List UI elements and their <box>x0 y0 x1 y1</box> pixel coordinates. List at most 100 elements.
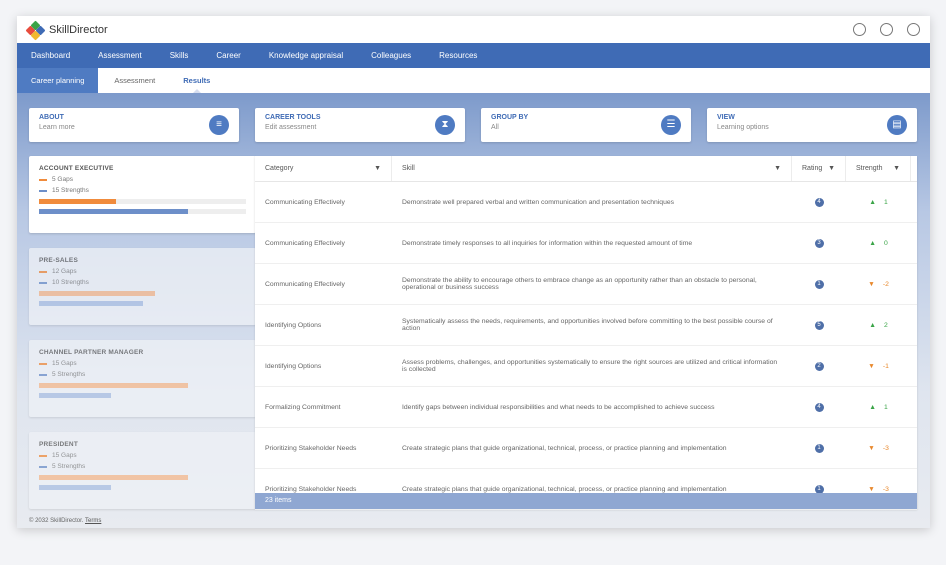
category-cell: Communicating Effectively <box>265 239 345 247</box>
strengths-count: 5 Strengths <box>52 371 86 378</box>
table-body: Communicating Effectively Demonstrate wel… <box>255 182 917 510</box>
view-card[interactable]: VIEW Learning options ▤ <box>707 108 917 142</box>
gaps-bar <box>39 475 246 480</box>
user-icon[interactable] <box>907 23 920 36</box>
title-bar: SkillDirector <box>17 16 930 43</box>
tab-assessment[interactable]: Assessment <box>98 68 169 93</box>
tab-results[interactable]: Results <box>169 68 224 94</box>
strengths-bar-fill <box>39 485 112 490</box>
rating-cell: 5 <box>792 305 846 345</box>
hourglass-icon: ⧗ <box>435 115 455 135</box>
strength-cell: ▼ -1 <box>846 346 911 386</box>
gaps-count: 5 Gaps <box>52 176 73 183</box>
sub-nav: Career planning Assessment Results <box>17 68 930 94</box>
document-icon: ≡ <box>209 115 229 135</box>
about-card[interactable]: ABOUT Learn more ≡ <box>29 108 239 142</box>
category-cell: Identifying Options <box>265 321 322 329</box>
column-label: Skill <box>402 165 415 172</box>
strengths-bar <box>39 393 246 398</box>
rating-cell: 4 <box>792 387 846 427</box>
card-subtitle: Learning options <box>717 124 769 131</box>
app-title: SkillDirector <box>49 23 108 36</box>
gaps-bar-fill <box>39 475 189 480</box>
skill-cell: Assess problems, challenges, and opportu… <box>402 359 778 373</box>
gaps-bar <box>39 199 246 204</box>
role-card[interactable]: PRESIDENT 15 Gaps 5 Strengths <box>29 432 256 509</box>
table-row[interactable]: Communicating Effectively Demonstrate the… <box>255 264 917 305</box>
nav-skills[interactable]: Skills <box>156 43 203 68</box>
strength-cell: ▼ -2 <box>846 264 911 304</box>
filter-icon[interactable]: ▼ <box>893 165 900 172</box>
table-row[interactable]: Communicating Effectively Demonstrate tim… <box>255 223 917 264</box>
filter-icon[interactable]: ▼ <box>374 165 381 172</box>
clipboard-icon: ▤ <box>887 115 907 135</box>
column-header-strength[interactable]: Strength ▼ <box>846 156 911 181</box>
arrow-down-icon: ▼ <box>868 444 875 452</box>
category-cell: Prioritizing Stakeholder Needs <box>265 444 357 452</box>
gaps-legend: 15 Gaps <box>39 452 246 459</box>
strengths-legend: 5 Strengths <box>39 463 246 470</box>
filter-icon[interactable]: ▼ <box>828 165 835 172</box>
nav-dashboard[interactable]: Dashboard <box>17 43 84 68</box>
app-logo[interactable]: SkillDirector <box>25 20 108 40</box>
career-tools-card[interactable]: CAREER TOOLS Edit assessment ⧗ <box>255 108 465 142</box>
column-header-rating[interactable]: Rating ▼ <box>792 156 846 181</box>
table-row[interactable]: Prioritizing Stakeholder Needs Create str… <box>255 428 917 469</box>
gaps-count: 15 Gaps <box>52 452 77 459</box>
skill-cell: Demonstrate well prepared verbal and wri… <box>402 198 675 206</box>
strengths-bar-fill <box>39 393 112 398</box>
group-by-card[interactable]: GROUP BY All ☰ <box>481 108 691 142</box>
tab-career-planning[interactable]: Career planning <box>17 68 99 93</box>
table-row[interactable]: Identifying Options Systematically assess… <box>255 305 917 346</box>
strengths-count: 5 Strengths <box>52 463 86 470</box>
nav-assessment[interactable]: Assessment <box>84 43 156 68</box>
role-card[interactable]: CHANNEL PARTNER MANAGER 15 Gaps 5 Streng… <box>29 340 256 417</box>
arrow-up-icon: ▲ <box>869 403 876 411</box>
rating-badge: 2 <box>814 361 824 371</box>
table-row[interactable]: Formalizing Commitment Identify gaps betw… <box>255 387 917 428</box>
strength-cell: ▲ 2 <box>846 305 911 345</box>
role-name: CHANNEL PARTNER MANAGER <box>39 349 144 356</box>
category-cell: Communicating Effectively <box>265 280 345 288</box>
filter-icon[interactable]: ▼ <box>774 165 781 172</box>
rating-badge: 5 <box>814 320 824 330</box>
strengths-bar-fill <box>39 301 143 306</box>
skill-cell: Demonstrate the ability to encourage oth… <box>402 277 757 291</box>
role-name: PRESIDENT <box>39 441 79 448</box>
column-label: Strength <box>856 165 883 172</box>
support-icon[interactable] <box>853 23 866 36</box>
help-icon[interactable] <box>880 23 893 36</box>
nav-resources[interactable]: Resources <box>425 43 491 68</box>
card-title: ABOUT <box>39 114 64 121</box>
strengths-count: 10 Strengths <box>52 279 89 286</box>
nav-colleagues[interactable]: Colleagues <box>357 43 425 68</box>
gaps-bar <box>39 383 246 388</box>
skill-cell: Create strategic plans that guide organi… <box>402 444 727 452</box>
role-card[interactable]: PRE-SALES 12 Gaps 10 Strengths <box>29 248 256 325</box>
column-header-skill[interactable]: Skill ▼ <box>392 156 792 181</box>
gaps-count: 15 Gaps <box>52 360 77 367</box>
strengths-legend: 5 Strengths <box>39 371 246 378</box>
role-card[interactable]: ACCOUNT EXECUTIVE 5 Gaps 15 Strengths <box>29 156 256 233</box>
rating-badge: 1 <box>814 443 824 453</box>
table-row[interactable]: Identifying Options Assess problems, chal… <box>255 346 917 387</box>
category-cell: Identifying Options <box>265 362 322 370</box>
rating-cell: 4 <box>792 182 846 222</box>
gaps-bar-fill <box>39 383 189 388</box>
terms-link[interactable]: Terms <box>85 518 101 524</box>
gaps-legend: 5 Gaps <box>39 176 246 183</box>
page-footer: © 2032 SkillDirector. Terms <box>29 518 101 524</box>
strength-cell: ▲ 0 <box>846 223 911 263</box>
strengths-legend: 15 Strengths <box>39 187 246 194</box>
rating-cell: 1 <box>792 428 846 468</box>
list-icon: ☰ <box>661 115 681 135</box>
skill-cell: Systematically assess the needs, require… <box>402 318 773 332</box>
table-row[interactable]: Communicating Effectively Demonstrate wel… <box>255 182 917 223</box>
arrow-up-icon: ▲ <box>869 239 876 247</box>
nav-career[interactable]: Career <box>202 43 254 68</box>
column-header-category[interactable]: Category ▼ <box>255 156 392 181</box>
nav-knowledge-appraisal[interactable]: Knowledge appraisal <box>255 43 357 68</box>
strength-cell: ▼ -3 <box>846 428 911 468</box>
strength-value: 1 <box>883 403 888 411</box>
column-label: Rating <box>802 165 823 172</box>
